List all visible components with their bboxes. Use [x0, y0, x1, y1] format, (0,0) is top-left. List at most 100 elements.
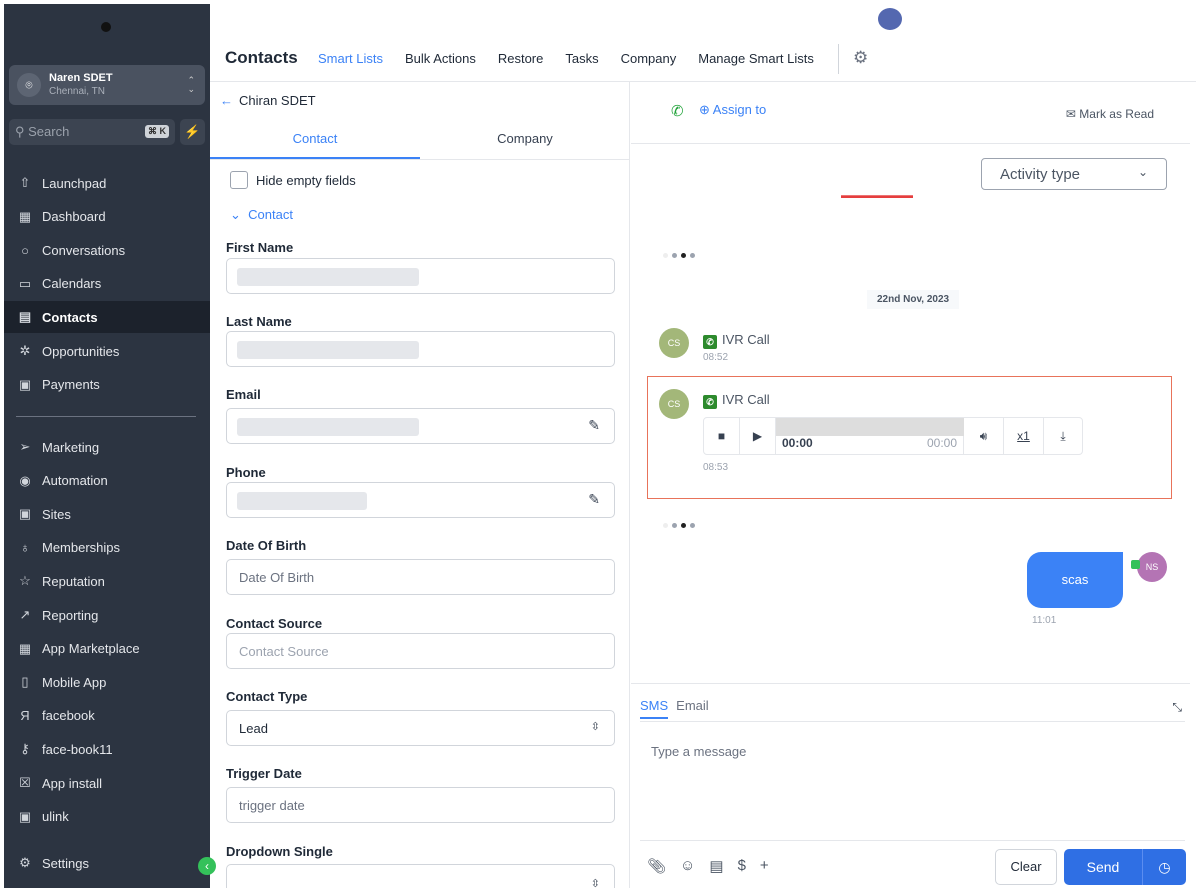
sidebar-item-calendars[interactable]: ▭ Calendars	[4, 268, 210, 300]
divider	[838, 44, 839, 74]
activity-type-select[interactable]: Activity type ⌄	[981, 158, 1167, 190]
play-box-icon: ▣	[18, 808, 32, 824]
dropdown-single-select[interactable]: ⇳	[226, 864, 615, 888]
tab-bulk-actions[interactable]: Bulk Actions	[405, 51, 476, 66]
tab-sms[interactable]: SMS	[640, 698, 669, 719]
sidebar-item-launchpad[interactable]: ⇧ Launchpad	[4, 167, 210, 199]
opportunities-icon: ✲	[19, 343, 31, 358]
phone-input[interactable]: ✎	[226, 482, 615, 518]
audio-progress[interactable]: 00:00 00:00	[776, 418, 964, 454]
send-button[interactable]: Send ◷	[1064, 849, 1186, 885]
mobile-icon: ▯	[21, 674, 29, 690]
sidebar-item-face-book11[interactable]: ⚷ face-book11	[4, 733, 210, 765]
email-input[interactable]: ✎	[226, 408, 615, 444]
plus-icon[interactable]: +	[760, 857, 769, 875]
facebook-icon: Я	[20, 708, 30, 724]
sidebar-item-app-install[interactable]: ☒ App install	[4, 767, 210, 799]
pencil-icon[interactable]: ✎	[588, 417, 600, 434]
field-label: Date Of Birth	[226, 538, 307, 553]
account-switcher[interactable]: ⌾ Naren SDET Chennai, TN ⌃ ⌄	[9, 65, 205, 105]
sidebar-item-app-marketplace[interactable]: ▦ App Marketplace	[4, 633, 210, 665]
star-icon: ☆	[19, 573, 31, 589]
assign-to-button[interactable]: ⊕ Assign to	[699, 102, 766, 118]
header-tabs: Smart Lists Bulk Actions Restore Tasks C…	[318, 51, 814, 66]
field-label: Contact Source	[226, 616, 323, 631]
sidebar-item-label: Calendars	[42, 276, 102, 292]
grid-icon: ▦	[18, 208, 32, 224]
sidebar-item-label: Memberships	[42, 540, 121, 556]
sidebar-item-facebook[interactable]: Яfacebook	[4, 700, 210, 732]
tab-company[interactable]: Company	[621, 51, 677, 66]
sidebar-item-mobile-app[interactable]: ▯ Mobile App	[4, 666, 210, 698]
loading-dots	[663, 523, 695, 528]
volume-button[interactable]: 🔊︎	[964, 418, 1004, 454]
quick-action-button[interactable]: ⚡	[180, 119, 205, 145]
sidebar-item-conversations[interactable]: ○ Conversations	[4, 234, 210, 266]
sidebar-item-reputation[interactable]: ☆ Reputation	[4, 565, 210, 597]
dollar-icon[interactable]: $	[738, 857, 746, 875]
trigger-date-input[interactable]: trigger date	[226, 787, 615, 823]
message-input[interactable]: Type a message	[640, 721, 1185, 841]
emoji-icon[interactable]: ☺	[680, 857, 695, 875]
date-of-birth-input[interactable]: Date Of Birth	[226, 559, 615, 595]
contact-type-select[interactable]: Lead ⇳	[226, 710, 615, 746]
download-button[interactable]: ⤓	[1044, 418, 1082, 454]
timestamp: 08:53	[703, 462, 729, 473]
tab-smart-lists[interactable]: Smart Lists	[318, 51, 383, 66]
document-icon[interactable]: ▤	[709, 857, 723, 875]
sidebar-item-marketing[interactable]: ➢ Marketing	[4, 431, 210, 463]
message-composer: SMS Email ⤡ Type a message 📎︎ ☺ ▤ $ + Cle…	[631, 683, 1190, 888]
sidebar-item-sites[interactable]: ▣ Sites	[4, 498, 210, 530]
schedule-clock-icon[interactable]: ◷	[1142, 849, 1186, 885]
sidebar-item-reporting[interactable]: ↗ Reporting	[4, 599, 210, 631]
sidebar-item-settings[interactable]: ⚙ Settings	[4, 847, 210, 879]
contact-section-toggle[interactable]: ⌄ Contact	[230, 207, 293, 223]
search-input[interactable]: ⚲ Search ⌘ K	[9, 119, 175, 145]
timestamp: 08:52	[703, 352, 729, 363]
sidebar-item-label: Opportunities	[42, 343, 120, 359]
badge-icon: ♁	[20, 540, 30, 556]
play-button[interactable]: ▶	[740, 418, 776, 454]
field-label: Email	[226, 387, 261, 402]
stop-button[interactable]: ■	[704, 418, 740, 454]
settings-gear-icon[interactable]: ⚙	[853, 48, 868, 68]
hide-empty-checkbox[interactable]	[230, 171, 248, 189]
phone-icon[interactable]: ✆	[671, 102, 684, 120]
field-label: Phone	[226, 465, 266, 480]
tab-company[interactable]: Company	[420, 120, 629, 159]
tab-tasks[interactable]: Tasks	[565, 51, 598, 66]
minimize-icon[interactable]: ⤡	[1172, 700, 1182, 715]
sidebar-item-opportunities[interactable]: ✲ Opportunities	[4, 335, 210, 367]
tab-restore[interactable]: Restore	[498, 51, 544, 66]
clear-button[interactable]: Clear	[995, 849, 1057, 885]
chevron-down-icon: ⌄	[230, 207, 249, 222]
sidebar-item-label: Marketing	[42, 439, 100, 455]
sidebar-divider	[16, 416, 196, 417]
tab-contact[interactable]: Contact	[210, 120, 420, 159]
collapse-sidebar-button[interactable]: ‹	[198, 857, 216, 875]
tab-manage-smart-lists[interactable]: Manage Smart Lists	[698, 51, 814, 66]
mark-as-read-button[interactable]: ✉ Mark as Read	[1066, 107, 1154, 121]
tab-email[interactable]: Email	[676, 698, 709, 713]
first-name-input[interactable]	[226, 258, 615, 294]
pencil-icon[interactable]: ✎	[588, 491, 600, 508]
back-button[interactable]: ← Chiran SDET	[220, 93, 316, 108]
field-label: First Name	[226, 240, 294, 255]
sidebar-item-payments[interactable]: ▣ Payments	[4, 369, 210, 401]
phone-icon: ✆	[703, 335, 717, 349]
chat-icon: ○	[21, 242, 29, 258]
last-name-input[interactable]	[226, 331, 615, 367]
sidebar-item-contacts[interactable]: ▤ Contacts	[4, 301, 210, 334]
sidebar-item-label: Reporting	[42, 607, 99, 623]
audio-player: ■ ▶ 00:00 00:00 🔊︎ x1 ⤓	[703, 417, 1083, 455]
rocket-icon: ⇧	[19, 175, 31, 190]
loading-dots	[663, 253, 695, 258]
sidebar-item-automation[interactable]: ◉ Automation	[4, 465, 210, 497]
sidebar-item-memberships[interactable]: ♁ Memberships	[4, 532, 210, 564]
contacts-icon: ▤	[18, 309, 32, 325]
contact-source-input[interactable]: Contact Source	[226, 633, 615, 669]
speed-button[interactable]: x1	[1004, 418, 1044, 454]
attachment-icon[interactable]: 📎︎	[647, 857, 666, 875]
sidebar-item-ulink[interactable]: ▣ ulink	[4, 801, 210, 833]
sidebar-item-dashboard[interactable]: ▦ Dashboard	[4, 201, 210, 233]
